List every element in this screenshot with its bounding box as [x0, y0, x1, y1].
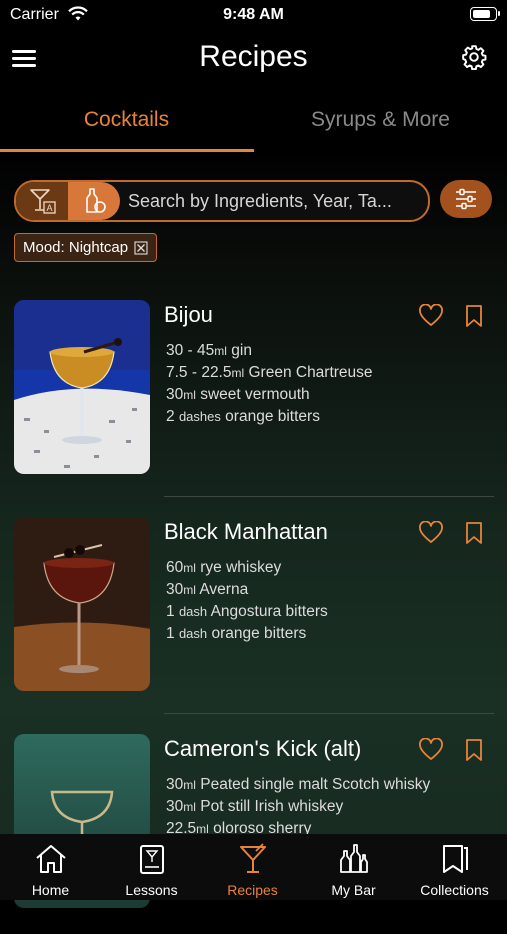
lessons-icon — [140, 845, 164, 874]
recipe-card[interactable]: Bijou 30 - 45ml gin 7.5 - 22.5ml Green C… — [14, 300, 494, 500]
ingredient-unit: ml — [183, 800, 196, 814]
ingredient-amount: 30 — [166, 776, 184, 793]
tab-collections[interactable]: Collections — [404, 834, 505, 900]
tab-label: Lessons — [125, 882, 178, 898]
ingredient-line: 30ml Averna — [166, 579, 328, 601]
bottles-icon — [340, 844, 368, 873]
ingredient-line: 2 dashes orange bitters — [166, 406, 373, 428]
recipe-card[interactable]: Black Manhattan 60ml rye whiskey 30ml Av… — [14, 517, 494, 717]
tab-label: Recipes — [227, 882, 278, 898]
ingredient-amount: 30 - 45 — [166, 342, 215, 359]
bookmark-icon[interactable] — [464, 304, 484, 328]
ingredient-line: 30ml Pot still Irish whiskey — [166, 796, 430, 818]
recipe-divider — [164, 496, 494, 497]
status-bar: Carrier 9:48 AM — [0, 0, 507, 30]
ingredient-unit: ml — [183, 388, 196, 402]
ingredient-amount: 2 — [166, 408, 175, 425]
tab-label: Collections — [420, 882, 489, 898]
tab-syrups-more[interactable]: Syrups & More — [254, 100, 507, 150]
segment-tabs: Cocktails Syrups & More — [0, 100, 507, 152]
recipe-name[interactable]: Cameron's Kick (alt) — [164, 736, 361, 762]
tab-lessons[interactable]: Lessons — [101, 834, 202, 900]
ingredient-item: Averna — [199, 581, 249, 598]
favorite-heart-icon[interactable] — [418, 304, 444, 328]
filter-chip-mood[interactable]: Mood: Nightcap — [14, 233, 158, 262]
filter-button[interactable] — [440, 180, 492, 218]
ingredient-item: orange bitters — [225, 408, 320, 425]
ingredient-amount: 30 — [166, 798, 184, 815]
ingredient-item: Pot still Irish whiskey — [200, 798, 344, 815]
sliders-icon — [456, 188, 476, 210]
home-icon — [36, 845, 66, 873]
ingredient-amount: 7.5 - 22.5 — [166, 364, 232, 381]
ingredient-list: 60ml rye whiskey 30ml Averna 1 dash Ango… — [166, 557, 328, 645]
ingredient-amount: 1 — [166, 603, 175, 620]
ingredient-amount: 30 — [166, 386, 184, 403]
svg-text:A: A — [46, 203, 52, 213]
ingredient-unit: ml — [183, 583, 196, 597]
ingredient-line: 30 - 45ml gin — [166, 340, 373, 362]
recipe-photo-bijou[interactable] — [14, 300, 150, 474]
page-title: Recipes — [199, 40, 308, 73]
ingredient-item: Green Chartreuse — [248, 364, 373, 381]
search-mode-ingredient-toggle[interactable] — [68, 182, 120, 220]
ingredient-line: 1 dash orange bitters — [166, 623, 328, 645]
ingredient-line: 30ml Peated single malt Scotch whisky — [166, 774, 430, 796]
ingredient-line: 7.5 - 22.5ml Green Chartreuse — [166, 362, 373, 384]
ingredient-line: 60ml rye whiskey — [166, 557, 328, 579]
favorite-heart-icon[interactable] — [418, 738, 444, 762]
filter-chip-label: Mood: Nightcap — [23, 239, 129, 256]
ingredient-unit: dash — [178, 626, 208, 641]
ingredient-list: 30ml Peated single malt Scotch whisky 30… — [166, 774, 430, 840]
ingredient-unit: dashes — [178, 409, 221, 424]
collections-icon — [443, 845, 468, 873]
recipe-photo-black-manhattan[interactable] — [14, 517, 150, 691]
ingredient-item: Angostura bitters — [210, 603, 328, 620]
bookmark-icon[interactable] — [464, 521, 484, 545]
tab-label: Home — [31, 882, 70, 898]
ingredient-amount: 1 — [166, 625, 175, 642]
ingredient-list: 30 - 45ml gin 7.5 - 22.5ml Green Chartre… — [166, 340, 373, 428]
tab-my-bar[interactable]: My Bar — [303, 834, 404, 900]
ingredient-unit: ml — [231, 366, 245, 380]
ingredient-unit: dash — [178, 604, 208, 619]
ingredient-amount: 60 — [166, 559, 184, 576]
ingredient-amount: 30 — [166, 581, 184, 598]
bottom-tab-bar: Home Lessons Recipes My Bar Collections — [0, 834, 507, 900]
tab-recipes[interactable]: Recipes — [202, 834, 303, 900]
ingredient-line: 30ml sweet vermouth — [166, 384, 373, 406]
favorite-heart-icon[interactable] — [418, 521, 444, 545]
active-tab-indicator — [0, 149, 254, 152]
search-mode-glass-toggle[interactable]: A — [16, 182, 68, 220]
search-input[interactable] — [128, 182, 418, 220]
cocktail-glass-icon — [240, 843, 266, 873]
bookmark-icon[interactable] — [464, 738, 484, 762]
bottle-lemon-icon — [86, 188, 106, 213]
ingredient-line: 1 dash Angostura bitters — [166, 601, 328, 623]
remove-filter-icon[interactable] — [134, 240, 148, 255]
tab-label: My Bar — [331, 882, 376, 898]
battery-icon — [470, 7, 500, 21]
ingredient-unit: ml — [214, 344, 227, 358]
search-row: A — [14, 180, 494, 222]
glass-alpha-icon: A — [30, 189, 56, 214]
ingredient-item: sweet vermouth — [200, 386, 310, 403]
ingredient-item: Peated single malt Scotch whisky — [200, 776, 431, 793]
recipe-name[interactable]: Black Manhattan — [164, 519, 328, 545]
ingredient-item: orange bitters — [211, 625, 307, 642]
settings-gear-icon[interactable] — [461, 44, 487, 70]
ingredient-unit: ml — [183, 561, 196, 575]
ingredient-unit: ml — [183, 778, 196, 792]
nav-bar: Recipes — [0, 30, 507, 90]
search-bar: A — [14, 180, 430, 222]
ingredient-item: rye whiskey — [200, 559, 282, 576]
tab-home[interactable]: Home — [0, 834, 101, 900]
recipe-divider — [164, 713, 494, 714]
tab-cocktails[interactable]: Cocktails — [0, 100, 253, 150]
recipe-name[interactable]: Bijou — [164, 302, 213, 328]
status-time: 9:48 AM — [223, 6, 284, 23]
ingredient-item: gin — [231, 342, 252, 359]
